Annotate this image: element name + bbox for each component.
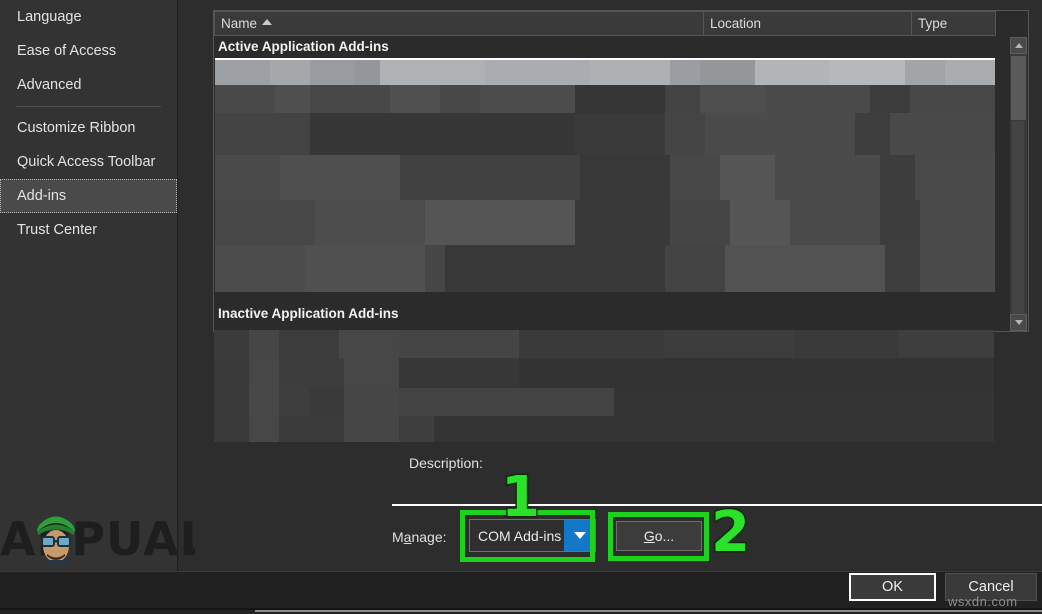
options-sidebar: Language Ease of Access Advanced Customi… <box>0 0 178 571</box>
sidebar-item-label: Add-ins <box>17 188 67 204</box>
addins-listview[interactable]: Name Location Type Active Application Ad… <box>213 10 1029 332</box>
group-header-label: Inactive Application Add-ins <box>218 306 399 321</box>
addins-panel: Name Location Type Active Application Ad… <box>179 0 1042 571</box>
sidebar-item-label: Quick Access Toolbar <box>17 154 156 170</box>
footer-divider <box>0 571 1042 572</box>
listview-scrollbar[interactable] <box>1010 37 1027 331</box>
sidebar-item-trust-center[interactable]: Trust Center <box>0 213 177 247</box>
sort-ascending-icon <box>262 19 273 25</box>
manage-label: Manage: <box>392 529 447 545</box>
censored-row-content <box>215 60 995 85</box>
sidebar-item-label: Ease of Access <box>17 43 117 59</box>
go-button[interactable]: Go... <box>616 521 702 551</box>
column-header-label: Type <box>918 16 948 31</box>
censored-rows-active <box>215 85 995 292</box>
options-dialog: Language Ease of Access Advanced Customi… <box>0 0 1042 614</box>
column-header-label: Name <box>221 16 258 31</box>
manage-combobox-dropdown-button[interactable] <box>564 520 595 551</box>
group-header-inactive: Inactive Application Add-ins <box>215 303 995 325</box>
annotation-number-1: 1 <box>500 465 542 530</box>
censored-rows-inactive <box>214 330 994 442</box>
sidebar-item-label: Advanced <box>17 77 82 93</box>
window-bottom-edge <box>255 610 1042 612</box>
sidebar-item-customize-ribbon[interactable]: Customize Ribbon <box>0 111 177 145</box>
scrollbar-track[interactable] <box>1012 121 1024 326</box>
triangle-up-icon <box>1015 43 1023 48</box>
group-header-label: Active Application Add-ins <box>218 39 389 54</box>
ok-button[interactable]: OK <box>849 573 936 601</box>
group-header-active: Active Application Add-ins <box>215 36 995 58</box>
description-label: Description: <box>409 455 483 471</box>
column-header-name[interactable]: Name <box>214 11 704 36</box>
sidebar-item-quick-access-toolbar[interactable]: Quick Access Toolbar <box>0 145 177 179</box>
scroll-down-button[interactable] <box>1010 314 1027 331</box>
sidebar-item-label: Trust Center <box>17 222 98 238</box>
listview-header-row: Name Location Type <box>214 11 1028 36</box>
sidebar-item-language[interactable]: Language <box>0 0 177 34</box>
cancel-button[interactable]: Cancel <box>945 573 1037 601</box>
sidebar-divider <box>16 106 161 107</box>
annotation-number-2: 2 <box>710 500 752 565</box>
sidebar-item-add-ins[interactable]: Add-ins <box>0 179 177 213</box>
sidebar-item-label: Language <box>17 9 82 25</box>
column-header-label: Location <box>710 16 762 31</box>
chevron-down-icon <box>573 532 586 539</box>
sidebar-item-advanced[interactable]: Advanced <box>0 68 177 102</box>
scroll-up-button[interactable] <box>1010 37 1027 54</box>
column-header-location[interactable]: Location <box>704 11 912 36</box>
sidebar-item-ease-of-access[interactable]: Ease of Access <box>0 34 177 68</box>
scrollbar-thumb[interactable] <box>1011 56 1026 120</box>
column-header-type[interactable]: Type <box>912 11 996 36</box>
triangle-down-icon <box>1015 320 1023 325</box>
sidebar-item-label: Customize Ribbon <box>17 120 136 136</box>
